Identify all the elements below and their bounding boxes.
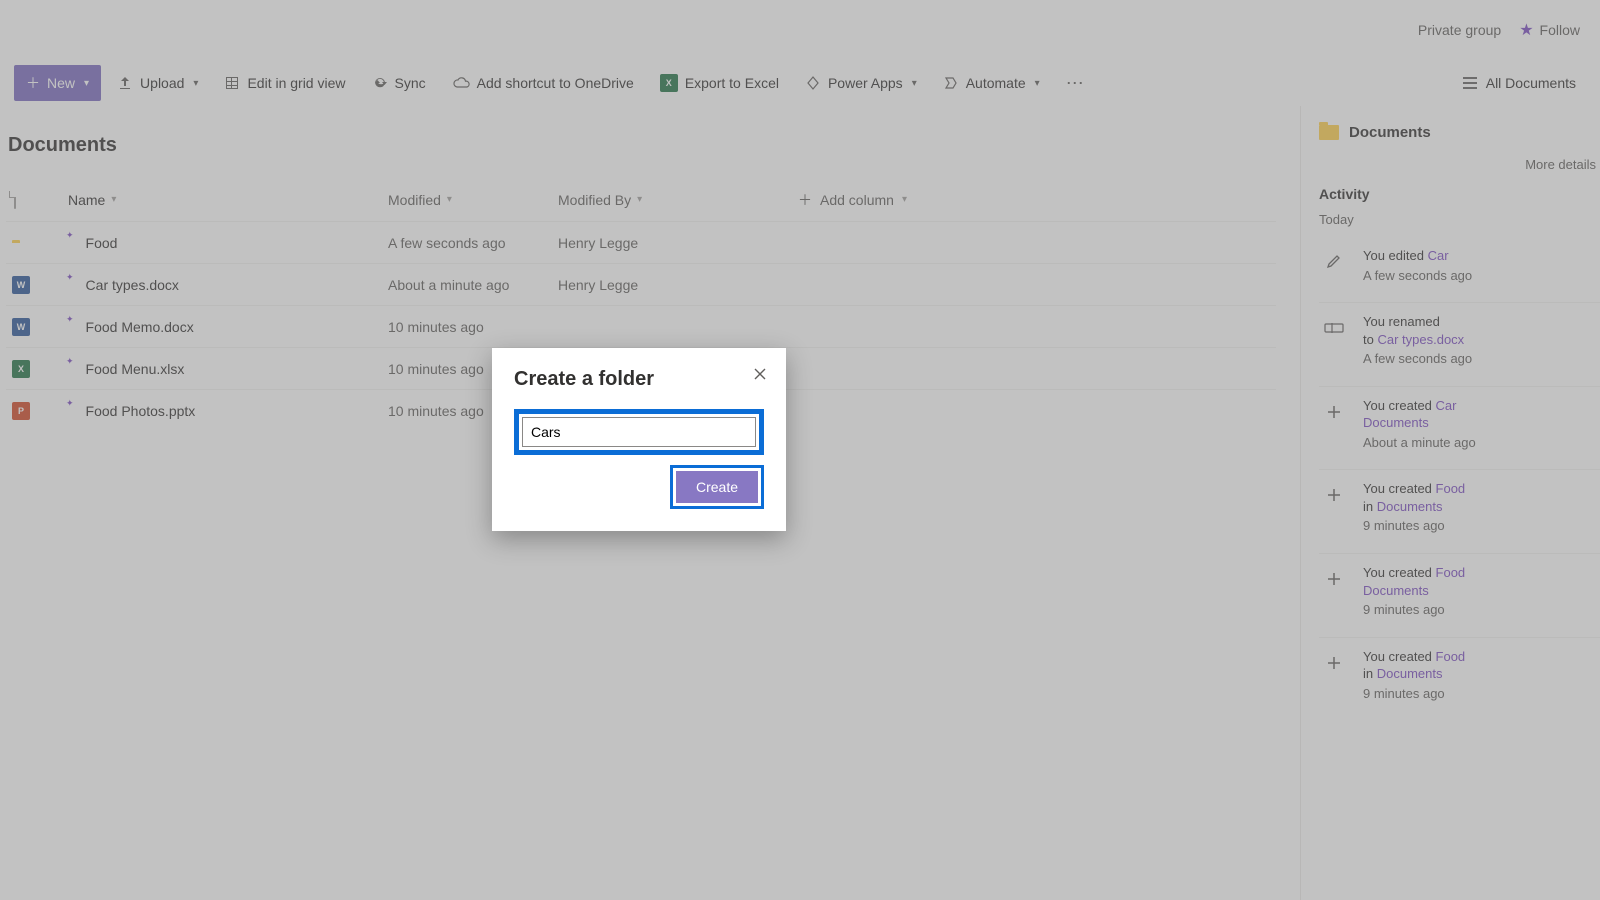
- close-icon: [753, 367, 767, 381]
- modal-overlay: [0, 0, 1600, 900]
- dialog-title: Create a folder: [514, 368, 764, 391]
- create-button-highlight: Create: [670, 465, 764, 509]
- close-button[interactable]: [746, 360, 774, 388]
- create-button[interactable]: Create: [676, 471, 758, 503]
- folder-name-input[interactable]: [522, 417, 756, 447]
- folder-name-highlight: [514, 409, 764, 455]
- create-folder-dialog: Create a folder Create: [492, 348, 786, 531]
